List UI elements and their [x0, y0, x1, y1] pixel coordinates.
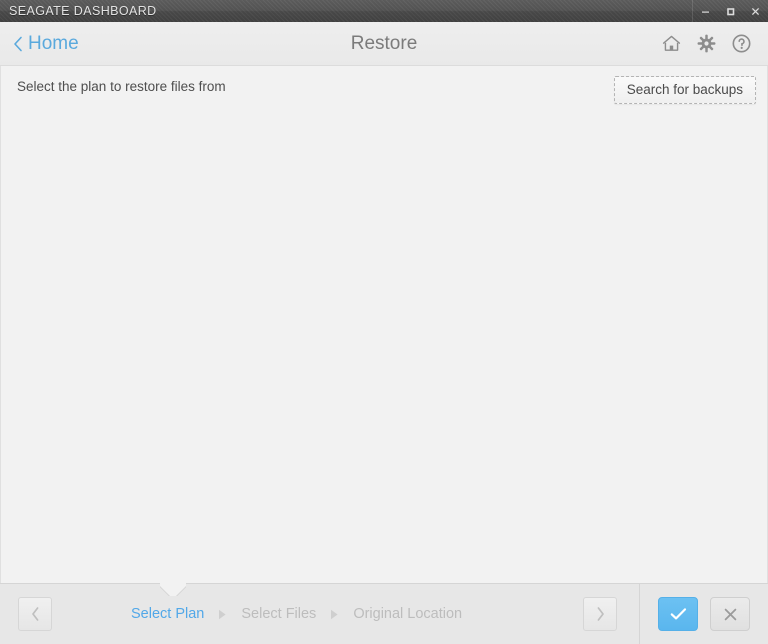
gear-icon[interactable] — [695, 33, 717, 55]
window-controls — [692, 0, 768, 22]
step-separator-arrow-icon — [218, 609, 227, 620]
wizard-step-select-plan[interactable]: Select Plan — [131, 606, 204, 622]
wizard-footer: Select Plan Select Files Original Locati… — [0, 583, 768, 644]
chevron-left-icon — [13, 36, 23, 52]
minimize-button[interactable] — [693, 0, 718, 22]
next-step-button[interactable] — [583, 597, 617, 631]
home-icon[interactable] — [660, 33, 682, 55]
cancel-button[interactable] — [710, 597, 750, 631]
title-bar[interactable]: SEAGATE DASHBOARD — [0, 0, 768, 22]
page-title: Restore — [350, 32, 418, 54]
maximize-button[interactable] — [718, 0, 743, 22]
confirm-button[interactable] — [658, 597, 698, 631]
wizard-steps: Select Plan Select Files Original Locati… — [52, 606, 583, 622]
search-for-backups-button[interactable]: Search for backups — [613, 76, 756, 104]
app-window: SEAGATE DASHBOARD Home Restore Select th… — [0, 0, 768, 644]
footer-action-buttons — [640, 584, 768, 644]
back-home-label: Home — [28, 32, 79, 54]
help-icon[interactable] — [730, 33, 752, 55]
back-home-link[interactable]: Home — [0, 33, 79, 55]
previous-step-button[interactable] — [18, 597, 52, 631]
content-area: Select the plan to restore files from Se… — [0, 66, 768, 583]
content-toolbar: Select the plan to restore files from Se… — [1, 66, 767, 106]
wizard-step-select-files[interactable]: Select Files — [241, 606, 316, 622]
content-hint-text: Select the plan to restore files from — [17, 78, 226, 94]
wizard-step-original-location[interactable]: Original Location — [353, 606, 462, 622]
wizard-nav: Select Plan Select Files Original Locati… — [0, 584, 640, 644]
plan-list[interactable] — [1, 106, 767, 583]
step-separator-arrow-icon — [330, 609, 339, 620]
page-header: Home Restore — [0, 22, 768, 66]
window-title: SEAGATE DASHBOARD — [9, 4, 157, 18]
header-icon-group — [660, 33, 768, 55]
close-button[interactable] — [743, 0, 768, 22]
